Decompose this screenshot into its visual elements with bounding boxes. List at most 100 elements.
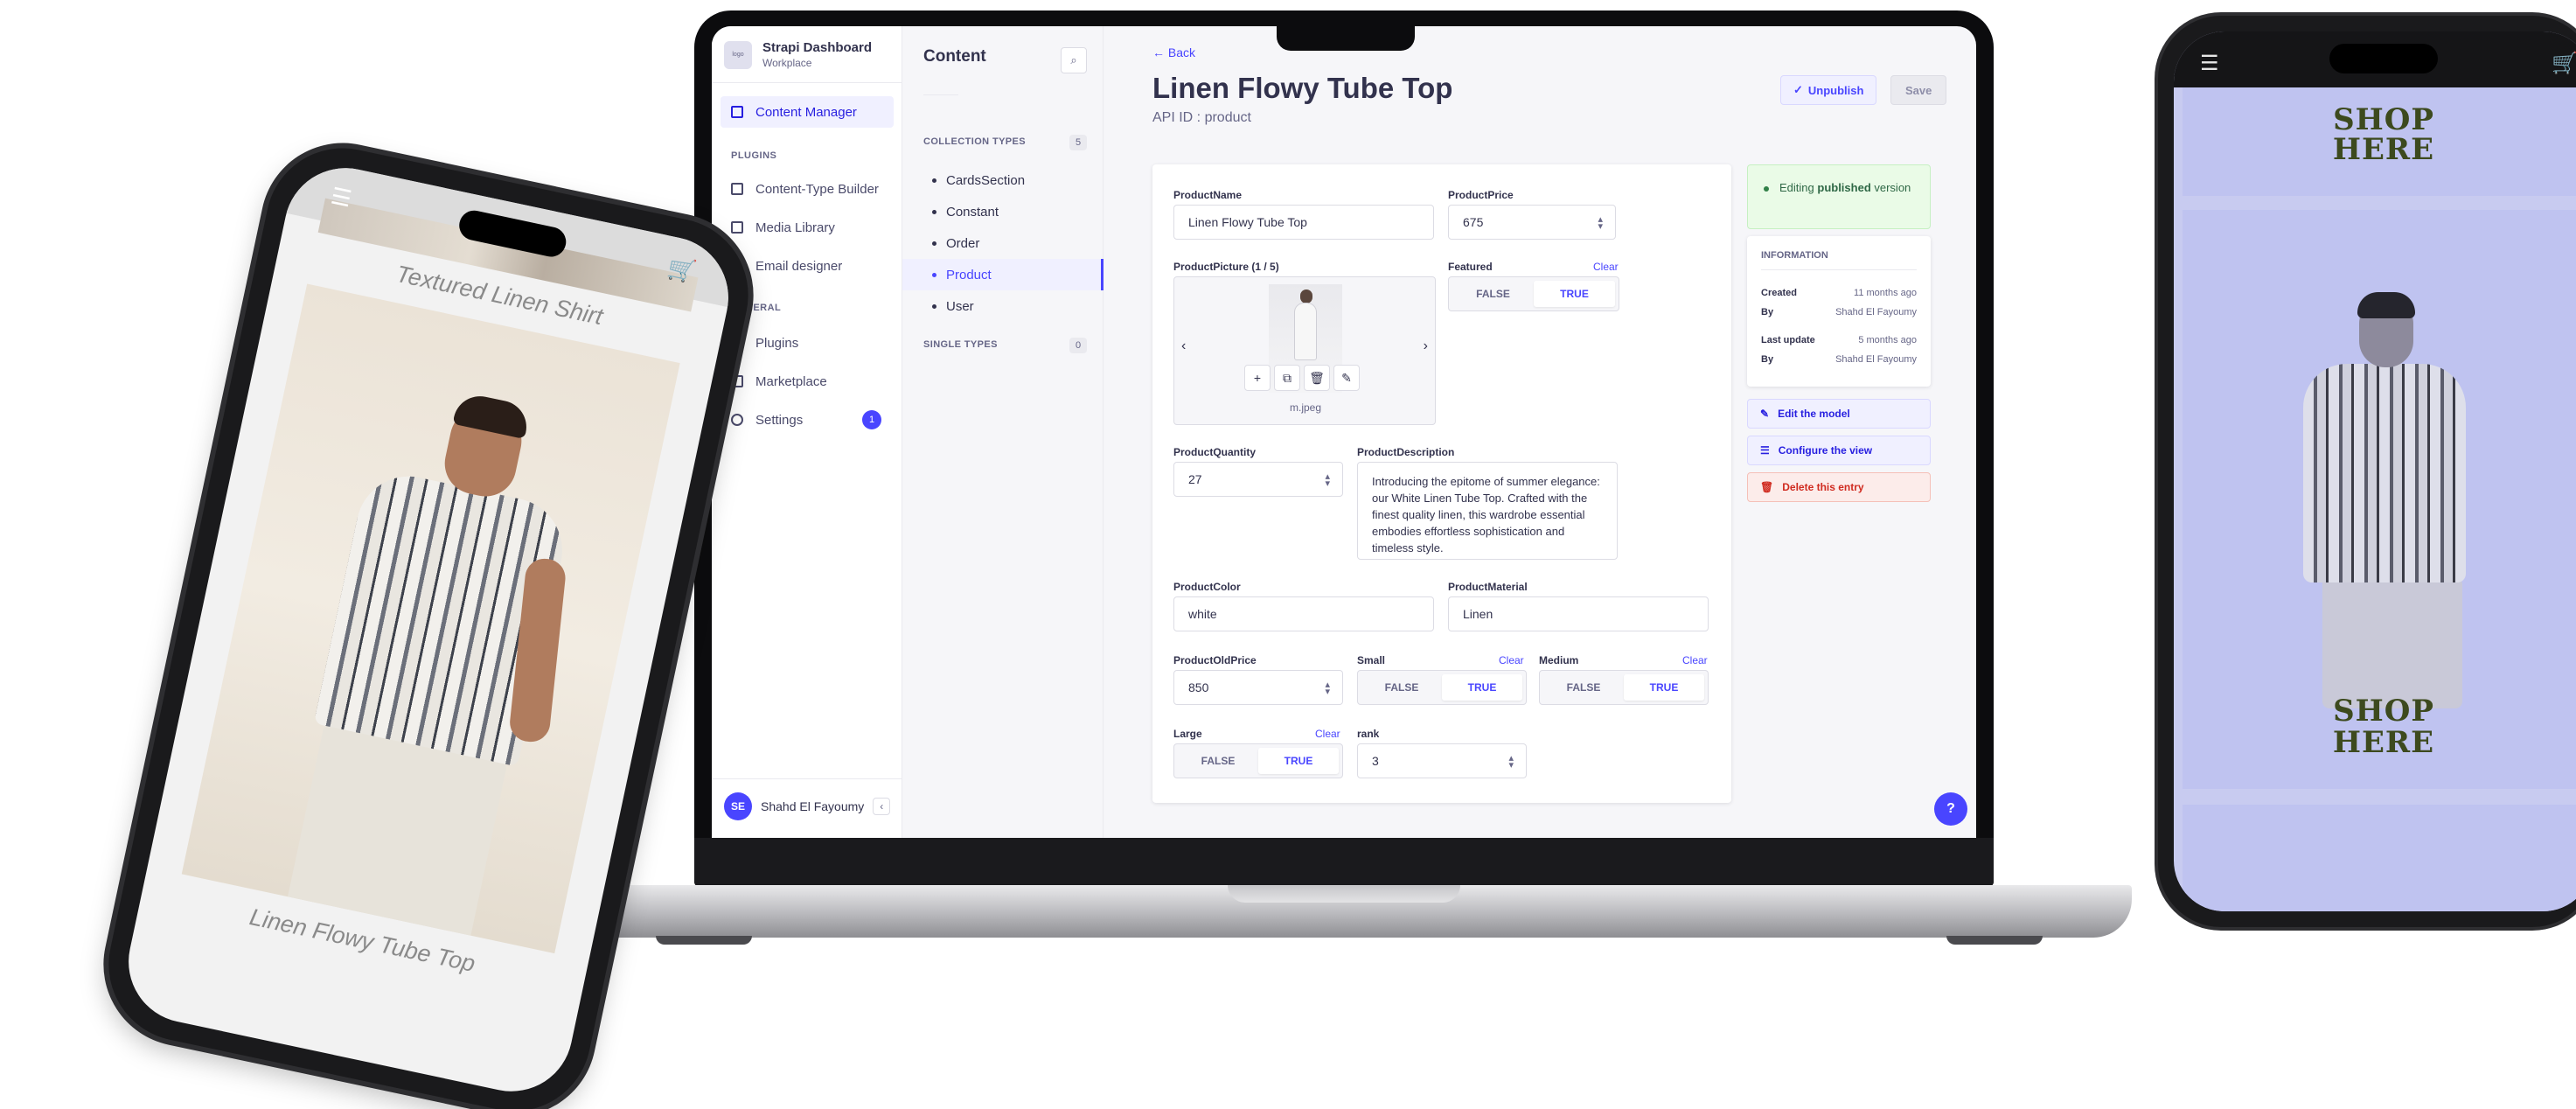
quantity-value: 27	[1188, 472, 1202, 486]
information-panel: INFORMATION Created 11 months ago By Sha…	[1747, 236, 1931, 387]
trash-icon[interactable]: 🗑	[1304, 365, 1330, 391]
configure-view-button[interactable]: ☰ Configure the view	[1747, 436, 1931, 465]
description-textarea[interactable]: Introducing the epitome of summer elegan…	[1357, 462, 1618, 560]
toggle-false[interactable]: FALSE	[1452, 281, 1534, 307]
small-toggle[interactable]: FALSE TRUE	[1357, 670, 1527, 705]
banner-panel-top[interactable]: SHOP HERE	[2183, 87, 2576, 196]
back-label: Back	[1167, 45, 1196, 59]
banner-line-2: HERE	[2332, 725, 2435, 760]
user-profile[interactable]: SE Shahd El Fayoumy ‹	[724, 792, 891, 820]
featured-toggle[interactable]: FALSE TRUE	[1448, 276, 1619, 311]
nav-item-settings[interactable]: Settings 1	[721, 404, 894, 436]
product-picture-field[interactable]: ‹ › + ⧉ 🗑 ✎ m.jpeg	[1173, 276, 1436, 425]
search-icon[interactable]: ⌕	[1061, 47, 1087, 73]
material-input[interactable]: Linen	[1448, 596, 1709, 631]
toggle-true[interactable]: TRUE	[1534, 281, 1615, 307]
nav-item-email-designer[interactable]: Email designer	[721, 250, 894, 282]
list-settings-icon: ☰	[1760, 444, 1770, 457]
model-photo	[2287, 292, 2480, 708]
medium-toggle[interactable]: FALSE TRUE	[1539, 670, 1709, 705]
toggle-true[interactable]: TRUE	[1442, 674, 1522, 701]
configure-view-label: Configure the view	[1778, 444, 1873, 457]
chevron-left-icon[interactable]: ‹	[1181, 338, 1186, 354]
stepper-icon[interactable]: ▴ ▾	[1508, 754, 1514, 771]
gear-icon	[731, 414, 743, 426]
help-button[interactable]: ?	[1934, 792, 1967, 826]
old-price-label: ProductOldPrice	[1173, 654, 1257, 666]
toggle-false[interactable]: FALSE	[1178, 748, 1258, 774]
cart-icon[interactable]: 🛒	[665, 254, 699, 286]
product-price-input[interactable]: 675 ▴ ▾	[1448, 205, 1616, 240]
stepper-icon[interactable]: ▴ ▾	[1325, 472, 1330, 489]
nav-item-content-manager[interactable]: Content Manager	[721, 96, 894, 128]
product-photo[interactable]	[181, 283, 680, 954]
toggle-false[interactable]: FALSE	[1361, 674, 1442, 701]
delete-entry-label: Delete this entry	[1782, 481, 1864, 493]
product-name-input[interactable]: Linen Flowy Tube Top	[1173, 205, 1434, 240]
nav-label: Media Library	[755, 220, 835, 235]
brand: logo Strapi Dashboard Workplace	[724, 40, 872, 69]
info-value: 5 months ago	[1858, 335, 1917, 345]
edit-icon[interactable]: ✎	[1333, 365, 1360, 391]
check-icon: ✓	[1793, 83, 1803, 96]
edit-model-button[interactable]: ✎ Edit the model	[1747, 399, 1931, 429]
large-label: Large	[1173, 728, 1202, 740]
large-toggle[interactable]: FALSE TRUE	[1173, 743, 1343, 778]
stepper-icon[interactable]: ▴ ▾	[1325, 680, 1330, 697]
sub-nav-item-user[interactable]: User	[902, 290, 1104, 322]
media-filename: m.jpeg	[1289, 401, 1322, 414]
chevron-right-icon[interactable]: ›	[1424, 338, 1428, 354]
sub-nav-item-constant[interactable]: Constant	[902, 196, 1104, 227]
old-price-input[interactable]: 850 ▴ ▾	[1173, 670, 1343, 705]
nav-item-content-type-builder[interactable]: Content-Type Builder	[721, 173, 894, 205]
cart-icon	[731, 375, 743, 387]
toggle-false[interactable]: FALSE	[1543, 674, 1624, 701]
figure-body	[1295, 303, 1316, 359]
phone-left-screen: ☰ 🛒 Textured Linen Shirt Linen Flowy Tub…	[117, 157, 740, 1103]
sub-nav-label: User	[946, 298, 974, 314]
edit-view: ← Back Linen Flowy Tube Top API ID : pro…	[1104, 26, 1976, 838]
delete-entry-button[interactable]: 🗑 Delete this entry	[1747, 472, 1931, 502]
add-icon[interactable]: +	[1244, 365, 1271, 391]
small-label: Small	[1357, 654, 1386, 666]
medium-clear-link[interactable]: Clear	[1682, 654, 1708, 666]
toggle-true[interactable]: TRUE	[1624, 674, 1704, 701]
save-button[interactable]: Save	[1890, 75, 1947, 105]
unpublish-label: Unpublish	[1807, 83, 1864, 97]
entry-form: ProductName Linen Flowy Tube Top Product…	[1152, 164, 1731, 803]
media-actions: + ⧉ 🗑 ✎	[1244, 365, 1360, 391]
banner-line-2: HERE	[2332, 132, 2435, 167]
model-hair	[2357, 292, 2415, 318]
link-icon[interactable]: ⧉	[1274, 365, 1300, 391]
product-name-label: ProductName	[1173, 189, 1243, 201]
menu-icon[interactable]: ☰	[2200, 51, 2219, 76]
back-link[interactable]: ← Back	[1152, 45, 1195, 59]
single-types-heading: SINGLE TYPES	[923, 339, 998, 350]
color-input[interactable]: white	[1173, 596, 1434, 631]
stepper-icon[interactable]: ▴ ▾	[1598, 215, 1603, 232]
nav-item-plugins[interactable]: Plugins	[721, 327, 894, 359]
old-price-value: 850	[1188, 680, 1209, 694]
toggle-true[interactable]: TRUE	[1258, 748, 1339, 774]
nav-item-media-library[interactable]: Media Library	[721, 212, 894, 243]
info-key: By	[1761, 354, 1774, 365]
nav-label: Settings	[755, 412, 804, 428]
featured-clear-link[interactable]: Clear	[1593, 261, 1619, 273]
rank-input[interactable]: 3 ▴ ▾	[1357, 743, 1527, 778]
nav-label: Email designer	[755, 258, 843, 274]
collapse-nav-icon[interactable]: ‹	[873, 798, 891, 815]
sub-nav-item-order[interactable]: Order	[902, 227, 1104, 259]
information-title: INFORMATION	[1761, 250, 1917, 270]
unpublish-button[interactable]: ✓ Unpublish	[1780, 75, 1877, 105]
cart-icon[interactable]: 🛒	[2552, 51, 2576, 76]
banner-panel-main[interactable]: SHOP HERE	[2183, 210, 2576, 789]
nav-item-marketplace[interactable]: Marketplace	[721, 366, 894, 397]
large-clear-link[interactable]: Clear	[1315, 728, 1340, 740]
sub-nav-item-cardssection[interactable]: CardsSection	[902, 164, 1104, 196]
banner-line-1: SHOP	[2333, 102, 2434, 137]
banner-panel-bottom[interactable]	[2183, 805, 2576, 911]
sub-nav-item-product[interactable]: Product	[902, 259, 1104, 290]
quantity-input[interactable]: 27 ▴ ▾	[1173, 462, 1343, 497]
small-clear-link[interactable]: Clear	[1499, 654, 1524, 666]
status-suffix: version	[1870, 181, 1911, 194]
